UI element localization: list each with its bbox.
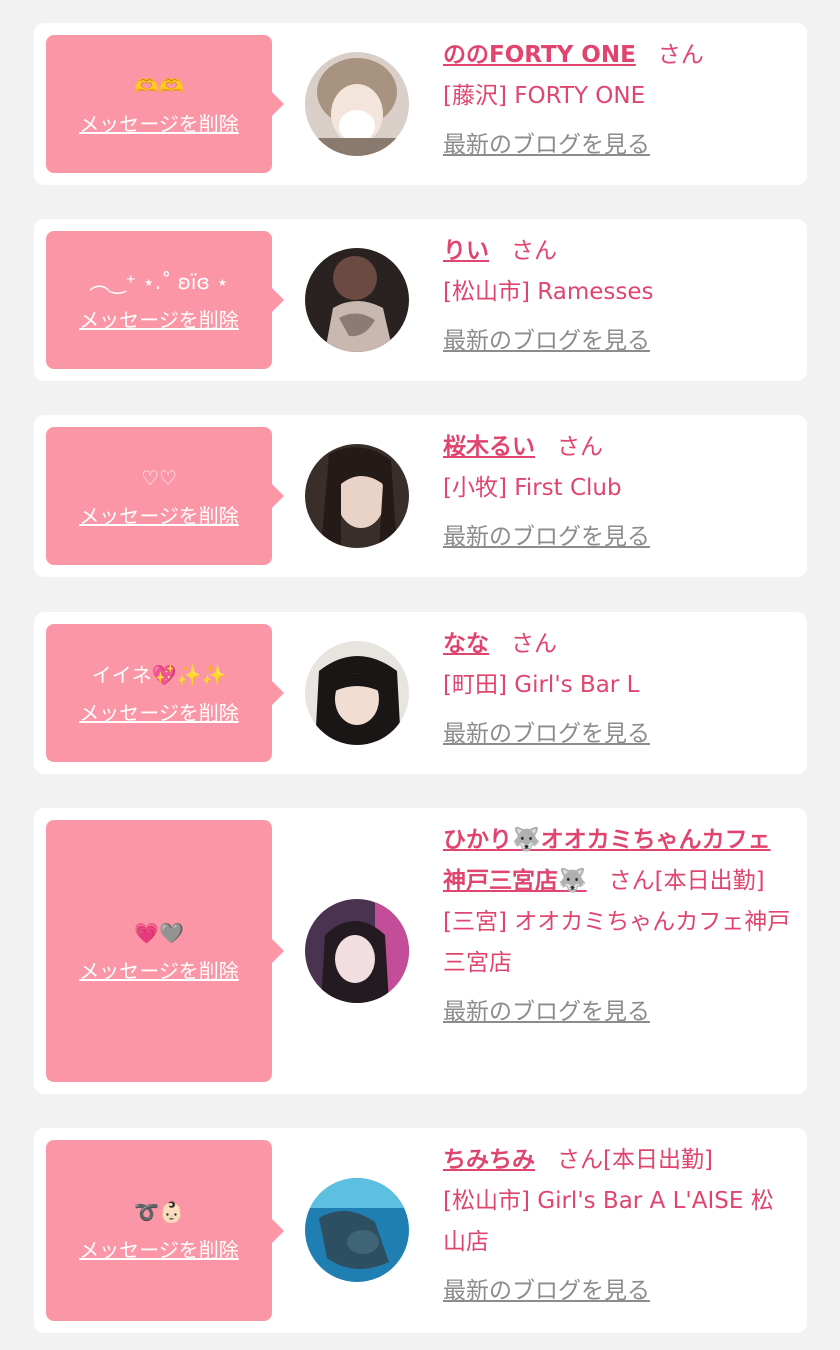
latest-blog-link[interactable]: 最新のブログを見る	[443, 1275, 650, 1307]
honorific: さん	[511, 631, 557, 657]
latest-blog-link[interactable]: 最新のブログを見る	[443, 996, 650, 1028]
status-label: [本日出勤]	[654, 868, 765, 894]
message-card: ︵‿⁺ ⋆.˚ ʚïɞ ⋆ メッセージを削除 りい さん [松山市] Ramess…	[34, 219, 807, 381]
avatar[interactable]	[305, 248, 409, 352]
shop-label: [町田] Girl's Bar L	[443, 672, 640, 698]
status-label: [本日出勤]	[603, 1147, 713, 1173]
honorific: さん	[557, 1147, 603, 1173]
honorific: さん	[608, 868, 655, 894]
delete-message-link[interactable]: メッセージを削除	[79, 108, 239, 137]
sender-name-link[interactable]: りい	[443, 238, 489, 264]
sender-name-link[interactable]: 桜木るい	[443, 434, 535, 460]
delete-message-link[interactable]: メッセージを削除	[79, 500, 239, 529]
sender-info: 桜木るい さん [小牧] First Club 最新のブログを見る	[443, 427, 793, 558]
avatar[interactable]	[305, 641, 409, 745]
avatar[interactable]	[305, 899, 409, 1003]
delete-message-link[interactable]: メッセージを削除	[79, 697, 239, 726]
message-text: 💗🩶	[134, 920, 184, 945]
message-text: イイネ💖✨✨	[91, 662, 227, 687]
message-bubble: ︵‿⁺ ⋆.˚ ʚïɞ ⋆ メッセージを削除	[46, 231, 284, 369]
message-card: 💗🩶 メッセージを削除 ひかり🐺オオカミちゃんカフェ神戸三宮店🐺 さん[本日出勤]…	[34, 808, 807, 1094]
message-text: ♡♡	[141, 465, 177, 490]
sender-name-link[interactable]: ののFORTY ONE	[443, 42, 636, 68]
delete-message-link[interactable]: メッセージを削除	[79, 304, 239, 333]
sender-info: ののFORTY ONE さん [藤沢] FORTY ONE 最新のブログを見る	[443, 35, 793, 166]
avatar[interactable]	[305, 1178, 409, 1282]
shop-label: [松山市] Ramesses	[443, 279, 654, 305]
latest-blog-link[interactable]: 最新のブログを見る	[443, 521, 650, 553]
honorific: さん	[557, 434, 603, 460]
message-card: ➰👶🏻 メッセージを削除 ちみちみ さん[本日出勤] [松山市] Girl's B…	[34, 1128, 807, 1333]
shop-label: [三宮] オオカミちゃんカフェ神戸三宮店	[443, 909, 791, 976]
avatar[interactable]	[305, 52, 409, 156]
message-bubble: ➰👶🏻 メッセージを削除	[46, 1140, 284, 1321]
message-text: ︵‿⁺ ⋆.˚ ʚïɞ ⋆	[89, 269, 229, 294]
sender-info: ひかり🐺オオカミちゃんカフェ神戸三宮店🐺 さん[本日出勤] [三宮] オオカミちゃ…	[443, 820, 793, 1033]
honorific: さん	[657, 42, 704, 68]
message-text: 🫶🫶	[134, 73, 184, 98]
sender-info: ちみちみ さん[本日出勤] [松山市] Girl's Bar A L'AISE 松…	[443, 1140, 793, 1312]
message-card: イイネ💖✨✨ メッセージを削除 なな さん [町田] Girl's Bar L 最…	[34, 612, 807, 774]
message-bubble: 💗🩶 メッセージを削除	[46, 820, 284, 1082]
message-bubble: イイネ💖✨✨ メッセージを削除	[46, 624, 284, 762]
message-card: 🫶🫶 メッセージを削除 ののFORTY ONE さん [藤沢] FORTY ONE…	[34, 23, 807, 185]
latest-blog-link[interactable]: 最新のブログを見る	[443, 129, 650, 161]
message-card: ♡♡ メッセージを削除 桜木るい さん [小牧] First Club 最新のブロ…	[34, 415, 807, 577]
sender-info: なな さん [町田] Girl's Bar L 最新のブログを見る	[443, 624, 793, 755]
message-bubble: ♡♡ メッセージを削除	[46, 427, 284, 565]
latest-blog-link[interactable]: 最新のブログを見る	[443, 325, 650, 357]
latest-blog-link[interactable]: 最新のブログを見る	[443, 718, 650, 750]
sender-name-link[interactable]: なな	[443, 631, 489, 657]
message-bubble: 🫶🫶 メッセージを削除	[46, 35, 284, 173]
shop-label: [藤沢] FORTY ONE	[443, 83, 646, 109]
honorific: さん	[511, 238, 557, 264]
delete-message-link[interactable]: メッセージを削除	[79, 955, 239, 984]
shop-label: [松山市] Girl's Bar A L'AISE 松山店	[443, 1188, 774, 1255]
delete-message-link[interactable]: メッセージを削除	[79, 1234, 239, 1263]
shop-label: [小牧] First Club	[443, 475, 622, 501]
message-text: ➰👶🏻	[134, 1200, 184, 1224]
sender-name-link[interactable]: ちみちみ	[443, 1147, 535, 1173]
sender-info: りい さん [松山市] Ramesses 最新のブログを見る	[443, 231, 793, 362]
avatar[interactable]	[305, 444, 409, 548]
